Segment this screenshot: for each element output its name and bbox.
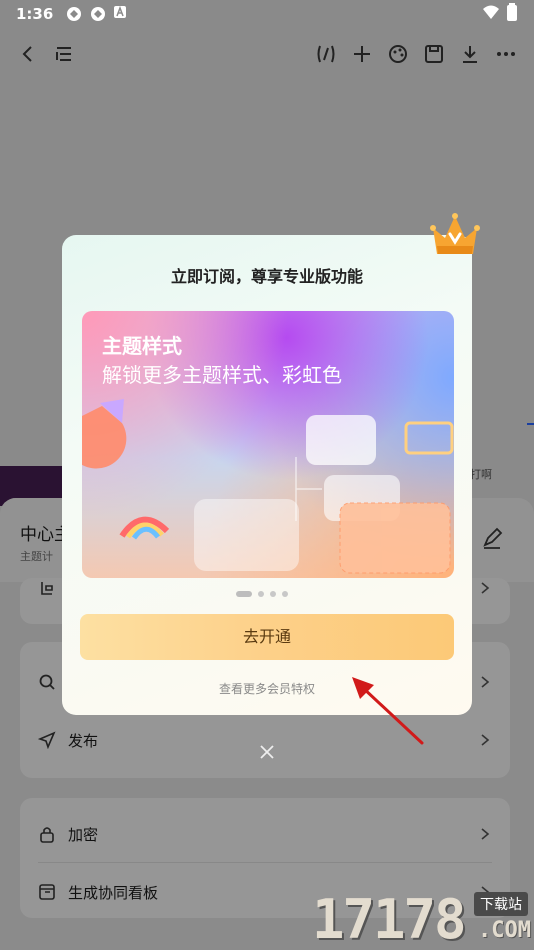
watermark-domain: .COM (478, 918, 531, 943)
modal-title: 立即订阅，尊享专业版功能 (170, 267, 363, 286)
banner-subtitle: 解锁更多主题样式、彩虹色 (102, 363, 342, 387)
outline-button[interactable] (46, 36, 82, 72)
subscribe-button[interactable]: 去开通 (80, 614, 454, 660)
watermark-site: 下载站 (474, 892, 528, 916)
watermark-logo: 17178 (312, 888, 467, 950)
lock-icon (38, 825, 56, 843)
search-icon (38, 673, 56, 691)
kanban-icon (38, 883, 56, 901)
download-icon (463, 46, 477, 63)
send-icon (38, 731, 56, 749)
chevron-right-icon (478, 675, 492, 689)
close-modal-button[interactable] (255, 740, 279, 764)
carousel-indicator (236, 591, 288, 597)
app-notification-icon (65, 5, 83, 23)
palette-icon (389, 45, 407, 63)
formula-icon (317, 45, 335, 63)
carousel-dot[interactable] (236, 591, 252, 597)
more-button[interactable] (488, 36, 524, 72)
canvas-connector (527, 423, 534, 425)
back-button[interactable] (10, 36, 46, 72)
sheet-row-label: 生成协同看板 (68, 883, 159, 902)
sheet-row-label: 发布 (68, 731, 99, 750)
carousel-dot[interactable] (282, 591, 288, 597)
more-dots-icon (497, 52, 515, 56)
chevron-right-icon (478, 827, 492, 841)
annotation-arrow-icon (352, 677, 424, 745)
formula-button[interactable] (308, 36, 344, 72)
a-notification-icon (113, 5, 131, 23)
sheet-row-label: 加密 (68, 825, 99, 844)
save-button[interactable] (416, 36, 452, 72)
chevron-right-icon (478, 733, 492, 747)
wifi-icon (482, 4, 500, 24)
status-bar: 1:36 (0, 0, 534, 28)
battery-icon (506, 3, 518, 25)
back-arrow-icon (22, 46, 32, 62)
add-button[interactable] (344, 36, 380, 72)
download-button[interactable] (452, 36, 488, 72)
carousel-dot[interactable] (270, 591, 276, 597)
close-icon (260, 745, 274, 759)
outline-list-icon (56, 47, 71, 61)
status-time: 1:36 (16, 5, 54, 23)
vip-crown-icon (429, 210, 481, 260)
row-divider (38, 862, 492, 863)
editor-toolbar (0, 30, 534, 78)
sheet-row-encrypt[interactable]: 加密 (20, 806, 510, 862)
chevron-right-icon (478, 581, 492, 595)
edit-button[interactable] (480, 526, 504, 550)
theme-button[interactable] (380, 36, 416, 72)
app-notification-icon (89, 5, 107, 23)
carousel-dot[interactable] (258, 591, 264, 597)
pencil-icon (483, 527, 503, 549)
style-icon (38, 579, 56, 597)
canvas-node-text: 打啊 (470, 468, 492, 481)
plus-icon (354, 46, 370, 62)
banner-title: 主题样式 (102, 334, 182, 358)
save-icon (425, 45, 443, 63)
